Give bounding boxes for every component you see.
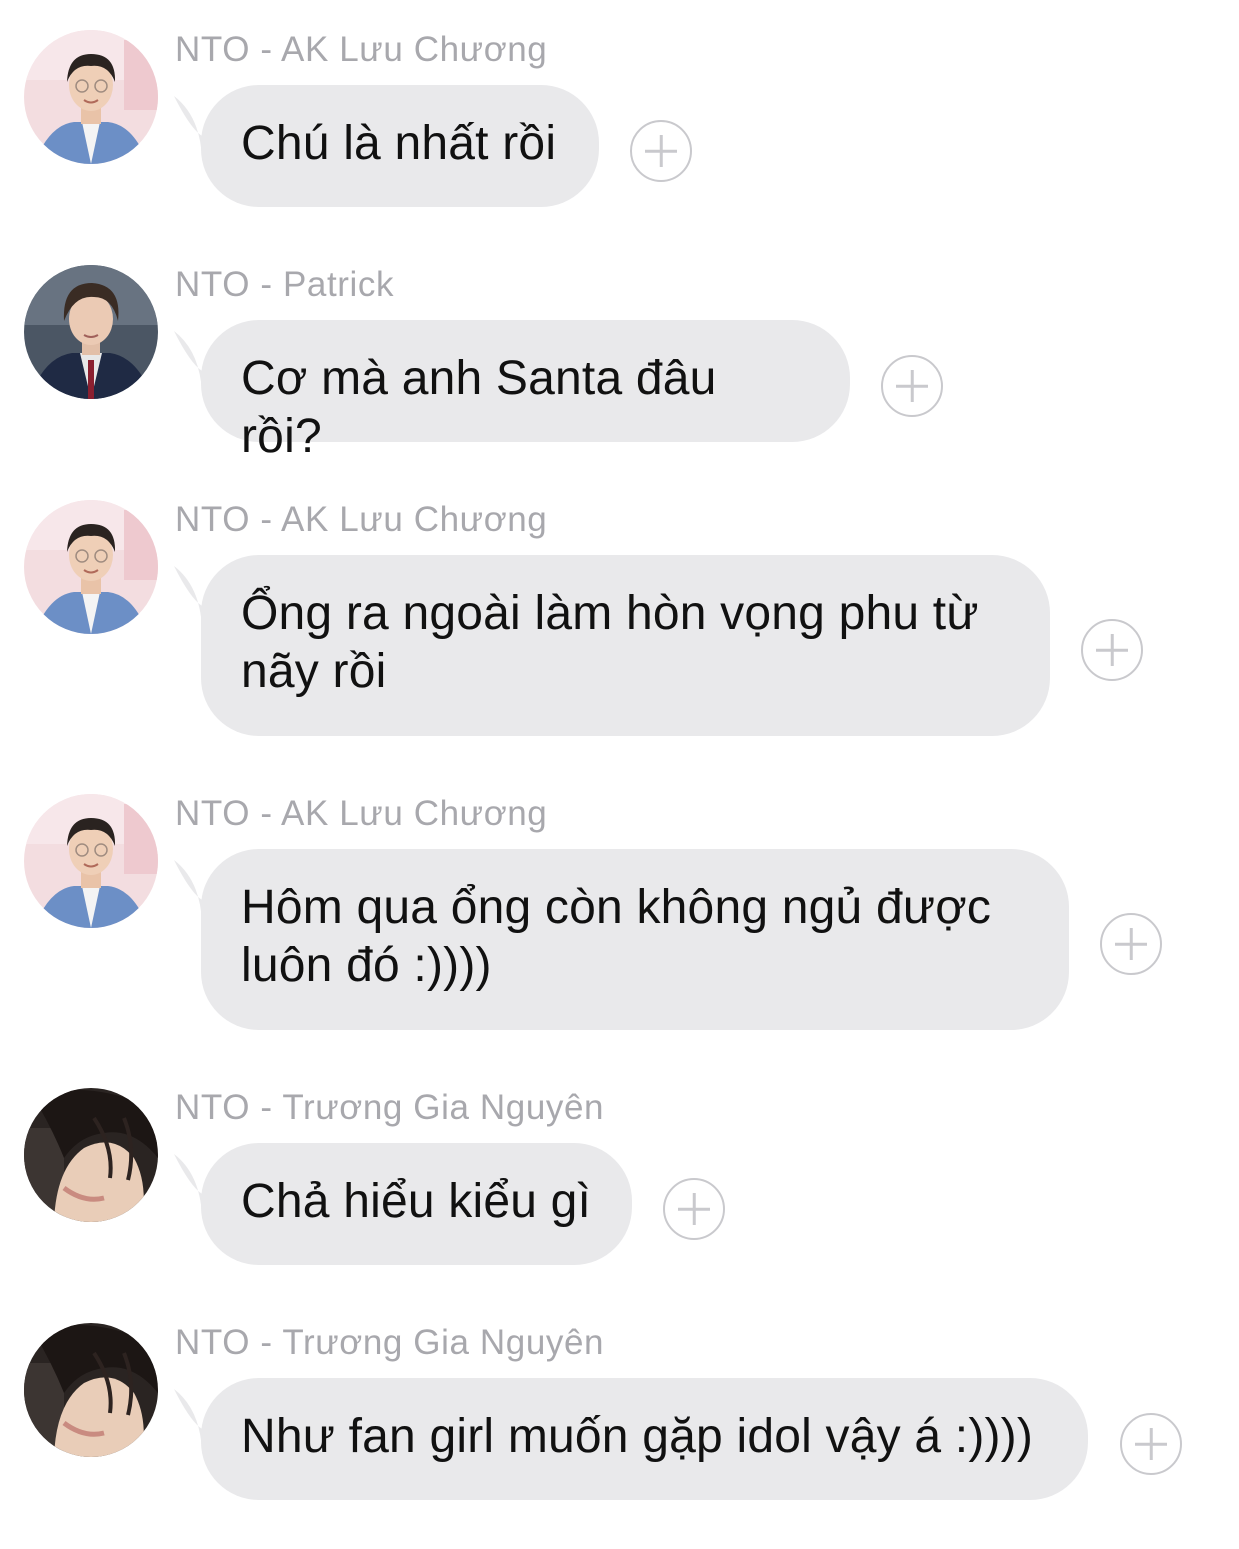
message-bubble[interactable]: Chú là nhất rồi [201, 85, 599, 207]
sender-name: NTO - AK Lưu Chương [175, 794, 548, 833]
message-bubble[interactable]: Cơ mà anh Santa đâu rồi? [201, 320, 850, 463]
message-bubble[interactable]: Hôm qua ổng còn không ngủ được luôn đó :… [201, 849, 1069, 1030]
message-text: Chú là nhất rồi [241, 117, 557, 170]
add-reaction-button[interactable] [1081, 619, 1143, 681]
avatar[interactable] [24, 1323, 158, 1457]
add-reaction-button[interactable] [663, 1178, 725, 1240]
add-reaction-button[interactable] [881, 355, 943, 417]
avatar[interactable] [24, 265, 158, 399]
ak-luu-chuong-avatar [24, 500, 158, 634]
patrick-avatar [24, 265, 158, 399]
sender-name: NTO - Trương Gia Nguyên [175, 1088, 605, 1127]
avatar[interactable] [24, 30, 158, 164]
sender-name: NTO - AK Lưu Chương [175, 500, 548, 539]
add-reaction-button[interactable] [1120, 1413, 1182, 1475]
message-bubble[interactable]: Như fan girl muốn gặp idol vậy á :)))) [201, 1378, 1088, 1500]
sender-name: NTO - AK Lưu Chương [175, 30, 548, 69]
truong-gia-nguyen-avatar [24, 1323, 158, 1457]
message-bubble[interactable]: Ổng ra ngoài làm hòn vọng phu từ nãy rồi [201, 555, 1050, 736]
message-text: Như fan girl muốn gặp idol vậy á :)))) [241, 1410, 1034, 1463]
avatar[interactable] [24, 794, 158, 928]
sender-name: NTO - Patrick [175, 265, 395, 304]
sender-name: NTO - Trương Gia Nguyên [175, 1323, 605, 1362]
message-text: Ổng ra ngoài làm hòn vọng phu từ nãy rồi [241, 587, 979, 698]
avatar[interactable] [24, 1088, 158, 1222]
add-reaction-button[interactable] [1100, 913, 1162, 975]
message-text: Hôm qua ổng còn không ngủ được luôn đó :… [241, 881, 992, 992]
ak-luu-chuong-avatar [24, 794, 158, 928]
add-reaction-button[interactable] [630, 120, 692, 182]
truong-gia-nguyen-avatar [24, 1088, 158, 1222]
message-text: Chả hiểu kiểu gì [241, 1175, 592, 1228]
avatar[interactable] [24, 500, 158, 634]
message-bubble[interactable]: Chả hiểu kiểu gì [201, 1143, 632, 1265]
message-text: Cơ mà anh Santa đâu rồi? [241, 352, 717, 463]
ak-luu-chuong-avatar [24, 30, 158, 164]
